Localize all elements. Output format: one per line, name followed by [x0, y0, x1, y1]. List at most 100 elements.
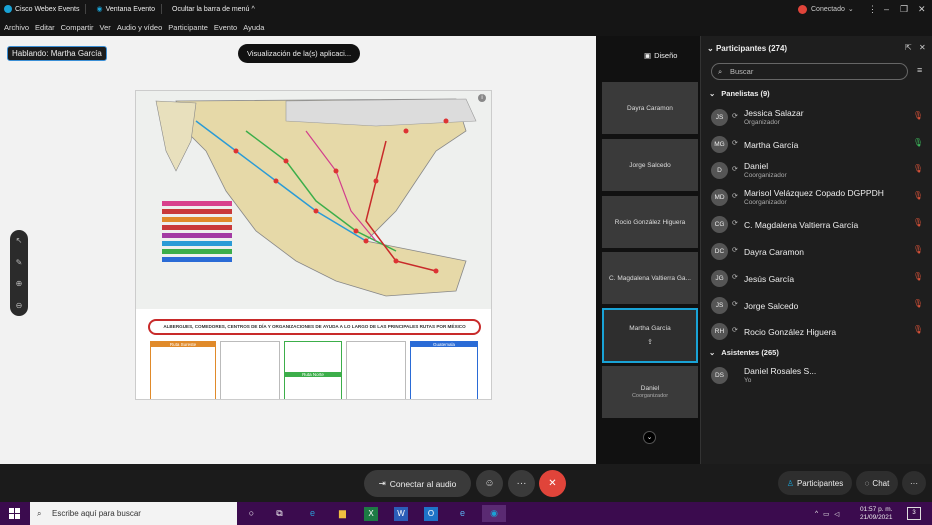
host-icon: ⟳	[732, 113, 738, 120]
taskbar-search-input[interactable]: ⌕ Escribe aquí para buscar	[30, 502, 237, 525]
panel-header[interactable]: ⌄ Participantes (274)	[707, 44, 787, 53]
avatar: JS	[711, 297, 728, 314]
network-icon[interactable]: ▭	[823, 510, 829, 518]
menu-ayuda[interactable]: Ayuda	[243, 23, 264, 32]
panelist-icon: ⟳	[732, 247, 738, 254]
menu-ver[interactable]: Ver	[100, 23, 111, 32]
video-tile[interactable]: Jorge Salcedo	[602, 139, 698, 191]
emoji-icon: ☺	[484, 478, 495, 489]
menu-participante[interactable]: Participante	[168, 23, 208, 32]
view-application-button[interactable]: Visualización de la(s) aplicaci...	[238, 44, 360, 63]
window-selector[interactable]: ◉ Ventana Evento	[96, 5, 155, 14]
more-options-icon[interactable]: ⋮	[868, 0, 877, 18]
webex-logo-icon	[4, 5, 12, 13]
panelist-row[interactable]: D ⟳ Daniel Coorganizador 🎙	[709, 158, 927, 182]
chevron-down-icon: ⌄	[847, 6, 854, 13]
panelist-row[interactable]: MD ⟳ Marisol Velázquez Copado DGPPDH Coo…	[709, 185, 927, 209]
zoom-in-icon[interactable]: ⊕	[16, 279, 23, 288]
menu-archivo[interactable]: Archivo	[4, 23, 29, 32]
pointer-icon[interactable]: ↖	[16, 236, 23, 245]
video-tile[interactable]: Rocio González Higuera	[602, 196, 698, 248]
panel-close-icon[interactable]: ✕	[919, 43, 926, 52]
chat-icon: ◌	[864, 478, 870, 488]
scroll-down-icon[interactable]: ⌄	[643, 431, 656, 444]
excel-icon[interactable]: X	[364, 507, 378, 521]
video-tile[interactable]: Dayra Caramon	[602, 82, 698, 134]
cohost-icon: ⟳	[732, 193, 738, 200]
hide-menu-button[interactable]: Ocultar la barra de menú ^	[172, 6, 255, 13]
attendee-row[interactable]: DS Daniel Rosales S... Yo	[709, 363, 927, 387]
ellipsis-icon: ···	[910, 478, 918, 488]
mic-active-icon[interactable]: 🎙	[913, 138, 923, 147]
globe-icon: ◉	[96, 6, 103, 13]
internet-explorer-icon[interactable]: e	[454, 505, 471, 522]
mic-muted-icon[interactable]: 🎙	[913, 111, 923, 120]
video-tile-active[interactable]: Martha García ⇪	[602, 308, 698, 363]
maximize-icon[interactable]: ❐	[900, 0, 908, 18]
menu-compartir[interactable]: Compartir	[61, 23, 94, 32]
panelist-row[interactable]: DC ⟳ Dayra Caramon 🎙	[709, 239, 927, 263]
panelist-row[interactable]: JG ⟳ Jesús García 🎙	[709, 266, 927, 290]
panelist-row[interactable]: JS ⟳ Jorge Salcedo 🎙	[709, 293, 927, 317]
slide-column-guatemala: Guatemala	[410, 341, 478, 399]
popout-icon[interactable]: ⇱	[905, 43, 912, 52]
attendees-section-header[interactable]: ⌄ Asistentes (265)	[709, 348, 779, 357]
task-view-icon[interactable]: ⧉	[271, 505, 288, 522]
annotate-icon[interactable]: ✎	[16, 258, 23, 267]
panelist-icon: ⟳	[732, 327, 738, 334]
chat-tab[interactable]: ◌ Chat	[856, 471, 898, 495]
minimize-icon[interactable]: –	[884, 0, 889, 18]
shared-slide: i ALBERGUES, COMEDORES, CENTROS DE DÍA Y…	[135, 90, 492, 400]
reactions-button[interactable]: ☺	[476, 470, 503, 497]
participants-tab[interactable]: ♙ Participantes	[778, 471, 852, 495]
zoom-out-icon[interactable]: ⊖	[16, 301, 23, 310]
close-icon: ✕	[548, 478, 557, 489]
mic-muted-icon[interactable]: 🎙	[913, 191, 923, 200]
participants-panel: ⌄ Participantes (274) ⇱ ✕ ⌕ Buscar ≡ ⌄ Pa…	[700, 36, 932, 464]
sort-icon[interactable]: ≡	[917, 65, 922, 75]
outlook-icon[interactable]: O	[424, 507, 438, 521]
panel-more-button[interactable]: ···	[902, 471, 926, 495]
panelists-section-header[interactable]: ⌄ Panelistas (9)	[709, 89, 770, 98]
word-icon[interactable]: W	[394, 507, 408, 521]
cortana-icon[interactable]: ○	[243, 505, 260, 522]
menu-evento[interactable]: Evento	[214, 23, 237, 32]
avatar: RH	[711, 323, 728, 340]
mic-muted-icon[interactable]: 🎙	[913, 218, 923, 227]
windows-start-icon[interactable]	[9, 508, 20, 519]
layout-button[interactable]: ▣ Diseño	[644, 47, 690, 63]
volume-icon[interactable]: ◁	[834, 510, 839, 518]
notifications-icon[interactable]: 3	[907, 507, 921, 520]
edge-icon[interactable]: e	[304, 505, 321, 522]
panelist-row[interactable]: MG ⟳ Martha García 🎙	[709, 132, 927, 156]
menu-editar[interactable]: Editar	[35, 23, 55, 32]
participant-search-input[interactable]: ⌕ Buscar	[711, 63, 908, 80]
tray-chevron-icon[interactable]: ^	[815, 510, 818, 517]
file-explorer-icon[interactable]: ▆	[334, 505, 351, 522]
panelist-row[interactable]: RH ⟳ Rocio González Higuera 🎙	[709, 319, 927, 343]
connection-status[interactable]: Conectado ⌄	[798, 0, 854, 18]
panelist-row[interactable]: CG ⟳ C. Magdalena Valtierra García 🎙	[709, 212, 927, 236]
menu-audio-video[interactable]: Audio y vídeo	[117, 23, 162, 32]
mic-muted-icon[interactable]: 🎙	[913, 272, 923, 281]
video-tile[interactable]: C. Magdalena Valtierra Ga...	[602, 252, 698, 304]
video-tile[interactable]: Daniel Coorganizador	[602, 366, 698, 418]
close-icon[interactable]: ✕	[918, 0, 926, 18]
mic-muted-icon[interactable]: 🎙	[913, 299, 923, 308]
avatar: D	[711, 162, 728, 179]
avatar: DS	[711, 367, 728, 384]
shared-content-stage: Hablando: Martha García Visualización de…	[0, 36, 596, 464]
search-icon: ⌕	[37, 509, 42, 518]
collapse-chevron-icon: ⌄	[707, 44, 714, 53]
mic-muted-icon[interactable]: 🎙	[913, 325, 923, 334]
panelist-row[interactable]: JS ⟳ Jessica Salazar Organizador 🎙	[709, 105, 927, 129]
webex-taskbar-icon[interactable]: ◉	[482, 505, 506, 522]
connect-audio-button[interactable]: ⇥ Conectar al audio	[364, 470, 471, 497]
leave-button[interactable]: ✕	[539, 470, 566, 497]
mic-muted-icon[interactable]: 🎙	[913, 245, 923, 254]
mic-muted-icon[interactable]: 🎙	[913, 164, 923, 173]
slide-banner: ALBERGUES, COMEDORES, CENTROS DE DÍA Y O…	[148, 319, 481, 335]
more-button[interactable]: ···	[508, 470, 535, 497]
info-icon: i	[478, 94, 486, 102]
clock[interactable]: 01:57 p. m. 21/09/2021	[860, 502, 893, 525]
